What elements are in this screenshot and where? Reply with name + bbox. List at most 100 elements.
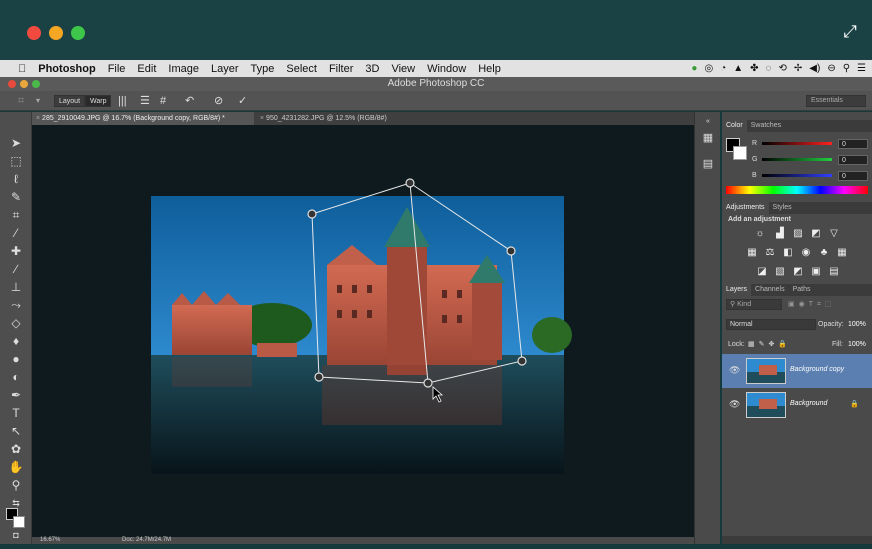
- menu-edit[interactable]: Edit: [137, 63, 156, 75]
- menu-window[interactable]: Window: [427, 63, 466, 75]
- threshold-icon[interactable]: ◩: [792, 266, 804, 277]
- layer-row-background[interactable]: 👁 Background 🔒: [722, 388, 872, 422]
- minimize-dot[interactable]: [49, 26, 63, 40]
- menu-select[interactable]: Select: [286, 63, 317, 75]
- zoom-tool-icon[interactable]: ⚲: [0, 476, 32, 494]
- pen-tool-icon[interactable]: ✒: [0, 386, 32, 404]
- vibrance-icon[interactable]: ▽: [828, 228, 840, 239]
- fullscreen-icon[interactable]: ⤢: [840, 22, 860, 42]
- tab-styles[interactable]: Styles: [769, 204, 796, 211]
- tab-adjustments[interactable]: Adjustments: [722, 202, 769, 214]
- volume-icon[interactable]: ◀): [809, 63, 820, 74]
- evernote-icon[interactable]: ●: [691, 63, 697, 74]
- zoom-dot[interactable]: [71, 26, 85, 40]
- list-icon[interactable]: ☰: [857, 63, 866, 74]
- tab-document-1[interactable]: × 285_2910049.JPG @ 16.7% (Background co…: [32, 112, 254, 125]
- eyedropper-tool-icon[interactable]: ⁄: [0, 224, 32, 242]
- gradient-map-icon[interactable]: ▤: [828, 266, 840, 277]
- healing-tool-icon[interactable]: ✚: [0, 242, 32, 260]
- tab-color[interactable]: Color: [722, 120, 747, 132]
- selective-color-icon[interactable]: ▣: [810, 266, 822, 277]
- quick-select-tool-icon[interactable]: ✎: [0, 188, 32, 206]
- layer-row-background-copy[interactable]: 👁 Background copy: [722, 354, 872, 388]
- layer-filter-icons[interactable]: ▣◉T⌗⬚: [788, 300, 836, 309]
- time-icon[interactable]: ◔: [720, 63, 726, 74]
- workspace-select[interactable]: Essentials: [806, 95, 866, 107]
- bluetooth-icon[interactable]: ✢: [794, 63, 802, 74]
- tab-swatches[interactable]: Swatches: [747, 122, 785, 129]
- r-value[interactable]: 0: [838, 139, 868, 149]
- lasso-tool-icon[interactable]: ℓ: [0, 170, 32, 188]
- shape-tool-icon[interactable]: ✿: [0, 440, 32, 458]
- history-brush-tool-icon[interactable]: ⤳: [0, 296, 32, 314]
- creative-cloud-icon[interactable]: ◎: [704, 63, 713, 74]
- posterize-icon[interactable]: ▧: [774, 266, 786, 277]
- reset-icon[interactable]: ↶: [185, 93, 194, 109]
- bell-icon[interactable]: ▲: [733, 63, 743, 74]
- menu-view[interactable]: View: [391, 63, 415, 75]
- photo-filter-icon[interactable]: ◉: [800, 247, 812, 258]
- channel-mixer-icon[interactable]: ♣: [818, 247, 830, 258]
- r-slider[interactable]: [762, 142, 832, 145]
- quick-mask-icon[interactable]: ◘: [0, 526, 32, 544]
- apple-icon[interactable]: : [18, 63, 26, 75]
- background-swatch[interactable]: [733, 146, 747, 160]
- menu-layer[interactable]: Layer: [211, 63, 239, 75]
- close-dot[interactable]: [27, 26, 41, 40]
- exposure-icon[interactable]: ◩: [810, 228, 822, 239]
- properties-panel-icon[interactable]: ▤: [699, 156, 717, 172]
- cancel-icon[interactable]: ⊘: [214, 93, 223, 109]
- curves-icon[interactable]: ▨: [792, 228, 804, 239]
- clock-icon[interactable]: ⊖: [827, 63, 835, 74]
- menu-image[interactable]: Image: [168, 63, 199, 75]
- history-icon[interactable]: ⟲: [779, 63, 787, 74]
- zoom-readout[interactable]: 16.67%: [40, 537, 60, 543]
- path-select-tool-icon[interactable]: ↖: [0, 422, 32, 440]
- hue-saturation-icon[interactable]: ▦: [746, 247, 758, 258]
- b-slider[interactable]: [762, 174, 832, 177]
- layout-button[interactable]: Layout: [54, 95, 86, 107]
- menu-3d[interactable]: 3D: [365, 63, 379, 75]
- tab-paths[interactable]: Paths: [789, 286, 815, 293]
- hand-tool-icon[interactable]: ✋: [0, 458, 32, 476]
- app-menu[interactable]: Photoshop: [38, 63, 95, 75]
- ps-minimize-dot[interactable]: [20, 80, 28, 88]
- menu-type[interactable]: Type: [251, 63, 275, 75]
- brush-tool-icon[interactable]: ∕: [0, 260, 32, 278]
- layer-name[interactable]: Background: [790, 400, 827, 407]
- canvas-area[interactable]: [32, 125, 694, 544]
- ps-close-dot[interactable]: [8, 80, 16, 88]
- dodge-tool-icon[interactable]: ◐: [0, 368, 32, 386]
- search-icon[interactable]: ⚲: [843, 63, 850, 74]
- fill-value[interactable]: 100%: [848, 341, 866, 348]
- horizontal-grid-icon[interactable]: ☰: [140, 93, 150, 109]
- puzzle-icon[interactable]: ✤: [750, 63, 758, 74]
- document-canvas[interactable]: [32, 125, 694, 544]
- menu-help[interactable]: Help: [478, 63, 501, 75]
- tab-layers[interactable]: Layers: [722, 284, 752, 296]
- lock-icons[interactable]: ▦✎✥🔒: [748, 340, 791, 348]
- eraser-tool-icon[interactable]: ◇: [0, 314, 32, 332]
- menu-filter[interactable]: Filter: [329, 63, 353, 75]
- ps-zoom-dot[interactable]: [32, 80, 40, 88]
- blur-tool-icon[interactable]: ●: [0, 350, 32, 368]
- brightness-icon[interactable]: ☼: [754, 228, 766, 239]
- collapse-icon[interactable]: «: [699, 114, 717, 130]
- crop-tool-icon[interactable]: ⌗: [0, 206, 32, 224]
- g-value[interactable]: 0: [838, 155, 868, 165]
- blend-mode-select[interactable]: Normal: [726, 319, 816, 330]
- b-value[interactable]: 0: [838, 171, 868, 181]
- black-white-icon[interactable]: ◧: [782, 247, 794, 258]
- color-balance-icon[interactable]: ⚖: [764, 247, 776, 258]
- commit-check-icon[interactable]: ✓: [238, 93, 247, 109]
- type-tool-icon[interactable]: T: [0, 404, 32, 422]
- visibility-eye-icon[interactable]: 👁: [729, 365, 740, 376]
- tab-channels[interactable]: Channels: [751, 286, 789, 293]
- layer-filter-select[interactable]: ⚲ Kind: [726, 299, 782, 310]
- transform-tool-icon[interactable]: ⌗: [18, 93, 24, 109]
- tab-document-2[interactable]: × 950_4231282.JPG @ 12.5% (RGB/8#): [256, 112, 426, 125]
- color-lookup-icon[interactable]: ▦: [836, 247, 848, 258]
- history-panel-icon[interactable]: ▦: [699, 130, 717, 146]
- vertical-grid-icon[interactable]: |||: [118, 93, 127, 109]
- levels-icon[interactable]: ▟: [774, 228, 786, 239]
